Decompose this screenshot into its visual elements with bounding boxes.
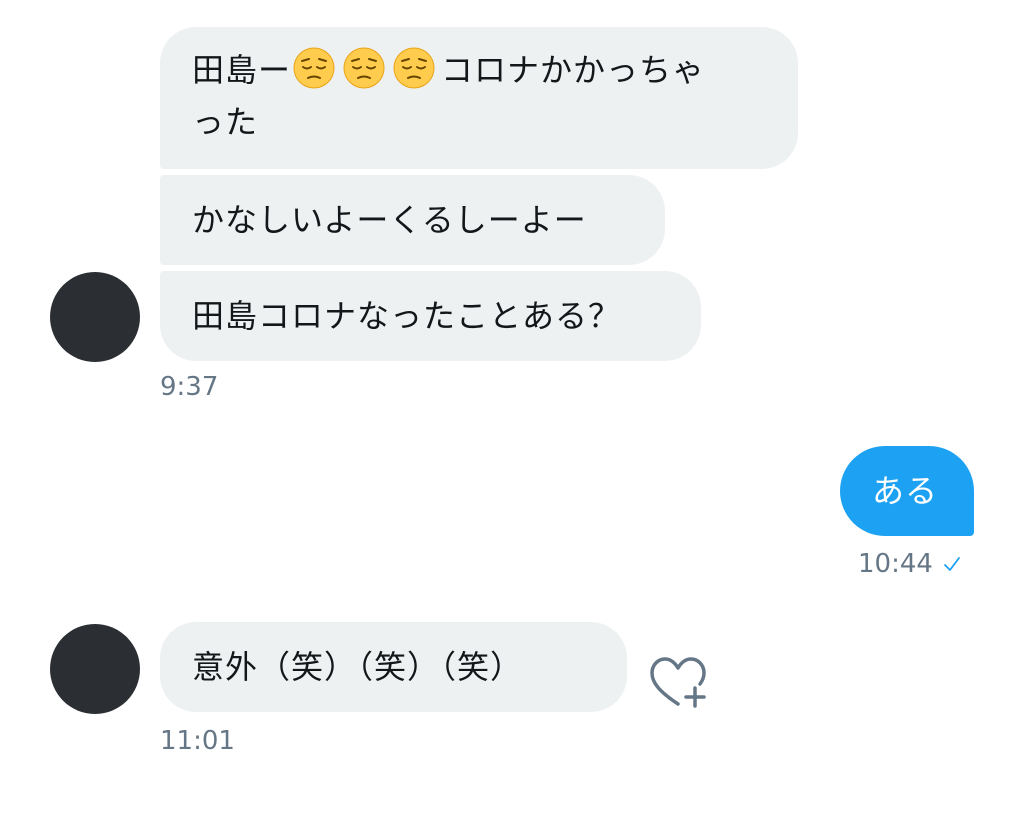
- timestamp: 11:01: [160, 726, 235, 756]
- message-bubble-4[interactable]: 意外（笑）（笑）（笑）: [160, 622, 627, 712]
- avatar[interactable]: [50, 272, 140, 362]
- pensive-face-emoji: [293, 47, 335, 89]
- message-bubble-3[interactable]: 田島コロナなったことある？: [160, 271, 701, 361]
- pensive-face-emoji: [393, 47, 435, 89]
- message-text-line-2: った: [192, 103, 259, 141]
- message-text-4: 意外（笑）（笑）（笑）: [192, 648, 524, 686]
- pensive-face-emoji: [343, 47, 385, 89]
- timestamp: 9:37: [160, 372, 219, 402]
- outgoing-message-bubble[interactable]: ある: [840, 446, 974, 536]
- message-text-2: かなしいよーくるしーよー: [192, 201, 587, 239]
- heart-plus-icon[interactable]: [648, 654, 708, 710]
- outgoing-timestamp: 10:44: [858, 549, 933, 579]
- message-bubble-1[interactable]: 田島ー コロナかかっちゃ った: [160, 27, 798, 169]
- avatar[interactable]: [50, 624, 140, 714]
- message-text-1-start: 田島ー: [192, 51, 292, 89]
- checkmark-icon: [944, 557, 960, 571]
- message-text-3: 田島コロナなったことある？: [192, 297, 622, 335]
- message-text-1-mid: コロナかかっちゃ: [441, 51, 706, 89]
- message-text-line-1: 田島ー コロナかかっちゃ: [192, 44, 766, 96]
- message-bubble-2[interactable]: かなしいよーくるしーよー: [160, 175, 665, 265]
- outgoing-message-text: ある: [872, 472, 939, 510]
- outgoing-timestamp-row: 10:44: [858, 549, 961, 579]
